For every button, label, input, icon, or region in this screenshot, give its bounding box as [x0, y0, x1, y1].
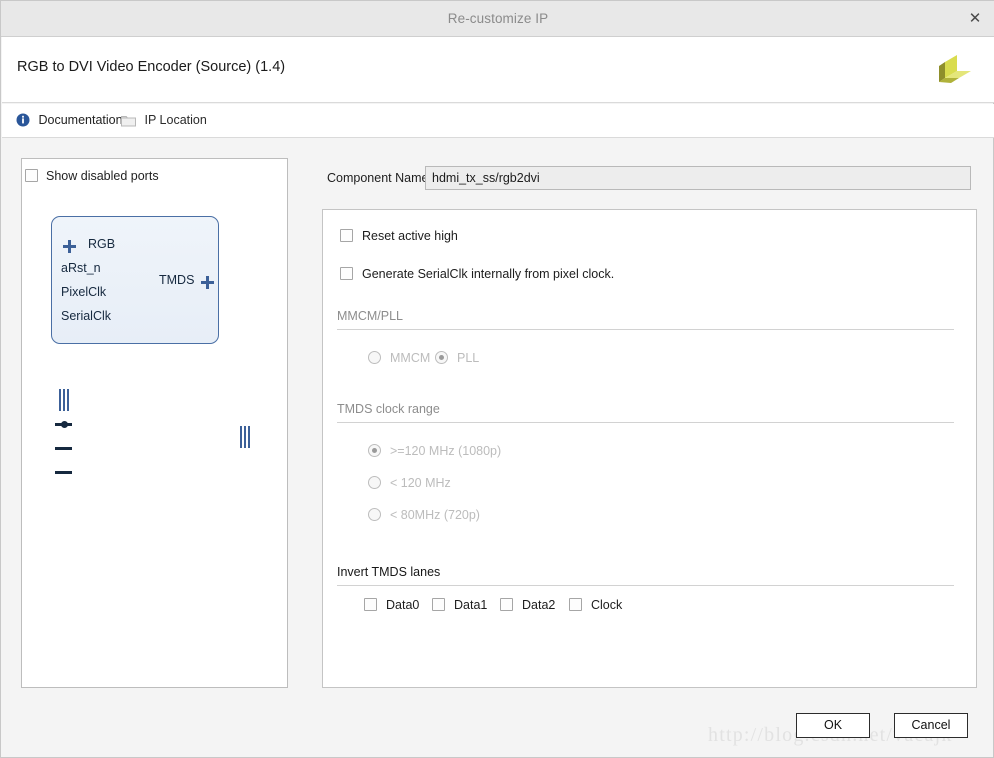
tmds-bus-connector-icon — [240, 426, 251, 448]
documentation-label: Documentation — [38, 113, 123, 127]
invert-data2-label: Data2 — [522, 598, 556, 612]
show-disabled-ports-label: Show disabled ports — [46, 169, 159, 183]
documentation-link[interactable]: Documentation — [16, 113, 123, 127]
lane-row-clock[interactable]: Clock — [569, 596, 622, 614]
ok-button[interactable]: OK — [796, 713, 870, 738]
mmcm-radio[interactable] — [368, 351, 381, 364]
section-title-invert-tmds-lanes: Invert TMDS lanes — [337, 565, 441, 579]
invert-data0-checkbox[interactable] — [364, 598, 377, 611]
pixelclk-pin-icon — [55, 447, 72, 450]
cancel-button[interactable]: Cancel — [894, 713, 968, 738]
close-icon[interactable]: ✕ — [965, 9, 985, 29]
radio-row-tmds-lt80-720p[interactable]: < 80MHz (720p) — [368, 506, 480, 524]
section-rule-invert-tmds-lanes — [337, 585, 954, 586]
tmds-ge120mhz-label: >=120 MHz (1080p) — [390, 444, 502, 458]
folder-icon — [121, 116, 136, 127]
section-title-tmds-clock-range: TMDS clock range — [337, 402, 440, 416]
re-customize-ip-dialog: Re-customize IP ✕ RGB to DVI Video Encod… — [0, 0, 994, 758]
ip-options-panel: Reset active high Generate SerialClk int… — [322, 209, 977, 688]
tmds-lt80mhz-label: < 80MHz (720p) — [390, 508, 480, 522]
generate-serialclk-row[interactable]: Generate SerialClk internally from pixel… — [340, 265, 614, 283]
invert-data1-label: Data1 — [454, 598, 488, 612]
invert-clock-checkbox[interactable] — [569, 598, 582, 611]
section-rule-tmds-clock-range — [337, 422, 954, 423]
reset-active-high-row[interactable]: Reset active high — [340, 227, 458, 245]
page-title: RGB to DVI Video Encoder (Source) (1.4) — [17, 59, 286, 75]
pll-label: PLL — [457, 351, 480, 365]
port-label-rgb: RGB — [88, 237, 116, 251]
radio-row-mmcm[interactable]: MMCM — [368, 349, 430, 367]
lane-row-data0[interactable]: Data0 — [364, 596, 419, 614]
lane-row-data2[interactable]: Data2 — [500, 596, 555, 614]
title-bar: Re-customize IP ✕ — [1, 1, 994, 37]
generate-serialclk-checkbox[interactable] — [340, 267, 353, 280]
component-name-input[interactable] — [425, 166, 971, 190]
section-title-mmcm-pll: MMCM/PLL — [337, 309, 403, 323]
radio-row-tmds-120-1080p[interactable]: >=120 MHz (1080p) — [368, 442, 501, 460]
generate-serialclk-label: Generate SerialClk internally from pixel… — [362, 267, 615, 281]
rgb-bus-expand-icon[interactable] — [63, 240, 76, 253]
tmds-bus-expand-icon[interactable] — [201, 276, 214, 289]
tmds-lt120mhz-label: < 120 MHz — [390, 476, 451, 490]
link-bar: Documentation IP Location — [2, 104, 994, 138]
invert-data1-checkbox[interactable] — [432, 598, 445, 611]
tmds-lt80mhz-radio[interactable] — [368, 508, 381, 521]
invert-data0-label: Data0 — [386, 598, 420, 612]
lane-row-data1[interactable]: Data1 — [432, 596, 487, 614]
xilinx-logo-icon — [939, 55, 971, 83]
port-label-serialclk: SerialClk — [61, 309, 112, 323]
tmds-lt120mhz-radio[interactable] — [368, 476, 381, 489]
ip-location-label: IP Location — [144, 113, 207, 127]
mmcm-label: MMCM — [390, 351, 431, 365]
arst-n-pin-icon — [55, 423, 72, 426]
window-title: Re-customize IP — [447, 11, 549, 26]
info-circle-icon — [16, 113, 30, 127]
show-disabled-ports-row[interactable]: Show disabled ports — [25, 167, 159, 185]
pll-radio[interactable] — [435, 351, 448, 364]
reset-active-high-label: Reset active high — [362, 229, 458, 243]
port-label-tmds: TMDS — [159, 273, 195, 287]
ip-location-link[interactable]: IP Location — [121, 113, 207, 127]
radio-row-pll[interactable]: PLL — [435, 349, 479, 367]
ip-header: RGB to DVI Video Encoder (Source) (1.4) — [2, 37, 994, 103]
ip-block-symbol: RGB aRst_n PixelClk SerialClk TMDS — [51, 216, 219, 344]
rgb-bus-connector-icon — [59, 389, 70, 411]
component-name-label: Component Name — [327, 171, 429, 185]
port-label-pixelclk: PixelClk — [61, 285, 107, 299]
radio-row-tmds-lt120[interactable]: < 120 MHz — [368, 474, 451, 492]
tmds-ge120mhz-radio[interactable] — [368, 444, 381, 457]
section-rule-mmcm-pll — [337, 329, 954, 330]
reset-active-high-checkbox[interactable] — [340, 229, 353, 242]
invert-data2-checkbox[interactable] — [500, 598, 513, 611]
port-label-arst-n: aRst_n — [61, 261, 101, 275]
invert-clock-label: Clock — [591, 598, 623, 612]
serialclk-pin-icon — [55, 471, 72, 474]
show-disabled-ports-checkbox[interactable] — [25, 169, 38, 182]
